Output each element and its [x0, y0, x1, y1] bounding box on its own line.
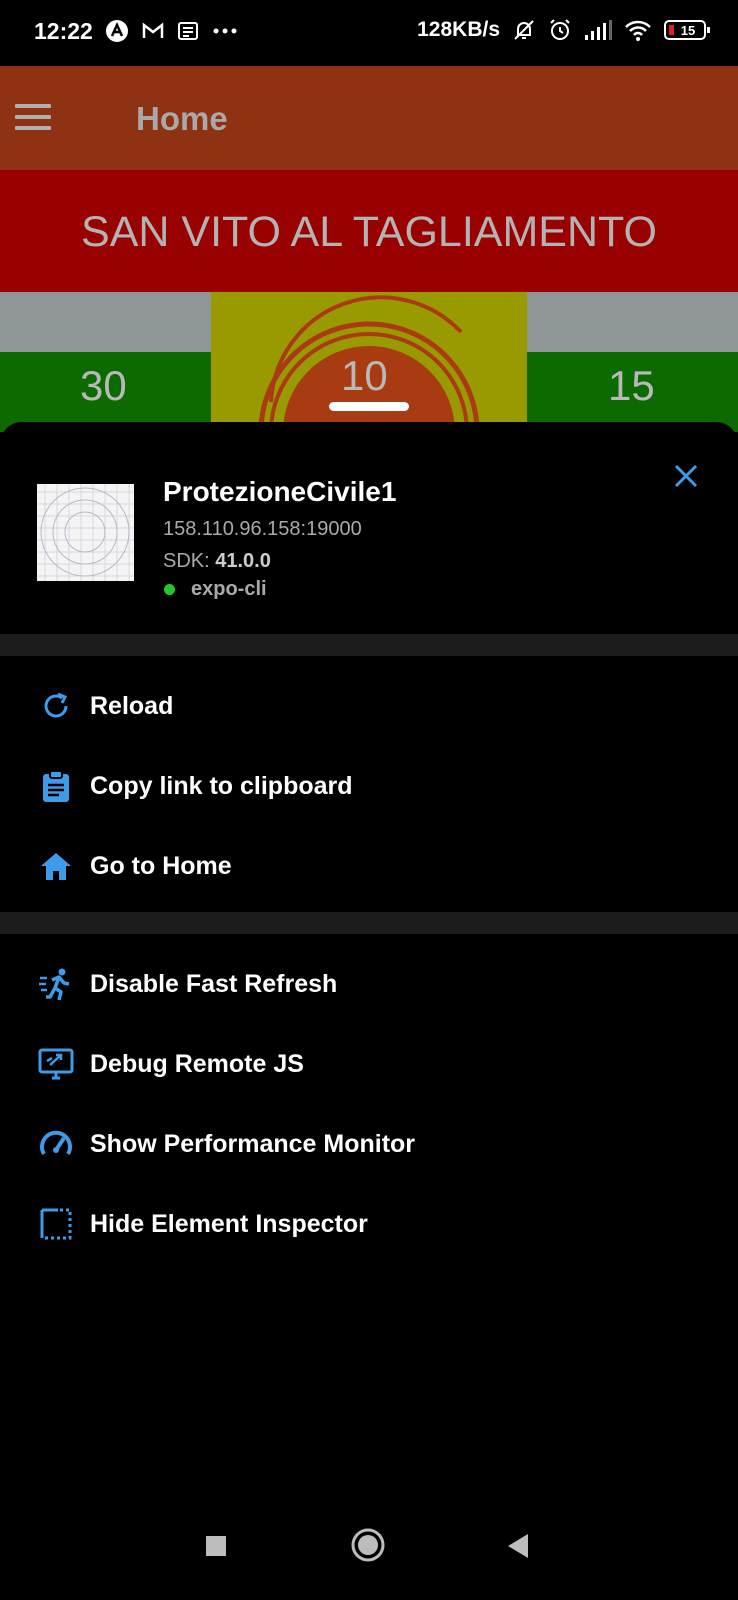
project-name: ProtezioneCivile1: [163, 476, 397, 507]
menu-item-label: Copy link to clipboard: [90, 771, 353, 800]
app-bar: Home: [0, 66, 738, 170]
news-icon: [178, 22, 198, 40]
gauge-left-value: 30: [80, 362, 127, 409]
home-icon: [41, 853, 71, 880]
menu-item-label: Hide Element Inspector: [90, 1209, 368, 1238]
app-icon-graphic: [37, 484, 134, 581]
signal-icon: [585, 20, 612, 40]
project-url: 158.110.96.158:19000: [163, 518, 362, 540]
gauge-center-value: 10: [341, 352, 388, 399]
menu-item-debug-remote[interactable]: Debug Remote JS: [0, 1024, 738, 1104]
menu-item-copy-link[interactable]: Copy link to clipboard: [0, 746, 738, 826]
battery-level: 15: [681, 23, 695, 38]
dev-menu-sheet: ProtezioneCivile1 158.110.96.158:19000 S…: [0, 422, 738, 1600]
battery-icon: 15: [664, 20, 710, 40]
clipboard-icon: [43, 770, 69, 802]
close-icon[interactable]: [672, 462, 700, 490]
host-info: expo-cli: [163, 578, 267, 601]
app-icon: [37, 484, 134, 581]
back-button[interactable]: [506, 1533, 530, 1559]
gauge-right: 15: [527, 352, 738, 432]
sdk-info: SDK: 41.0.0: [163, 550, 271, 573]
gauge-center: 10: [211, 292, 527, 432]
city-name: SAN VITO AL TAGLIAMENTO: [81, 208, 657, 256]
app-title: Home: [136, 100, 228, 137]
menu-item-label: Debug Remote JS: [90, 1049, 304, 1078]
monitor-icon: [38, 1048, 74, 1080]
status-time: 12:22: [34, 18, 93, 44]
gauge-left: 30: [0, 352, 211, 432]
system-nav-bar: [0, 1500, 738, 1600]
alarm-icon: [550, 19, 570, 40]
dev-menu-header: ProtezioneCivile1 158.110.96.158:19000 S…: [0, 422, 738, 634]
gauge-right-value: 15: [608, 362, 655, 409]
speedometer-icon: [40, 1130, 72, 1156]
more-dots-icon: [213, 28, 237, 34]
host-name: expo-cli: [191, 578, 267, 600]
menu-item-label: Reload: [90, 691, 174, 720]
section-divider: [0, 912, 738, 934]
running-icon: [39, 968, 70, 1001]
gmail-icon: [142, 22, 164, 38]
sheet-drag-handle[interactable]: [329, 402, 409, 411]
recents-button[interactable]: [205, 1535, 227, 1557]
notification-a-icon: [106, 20, 128, 42]
hamburger-icon[interactable]: [15, 104, 51, 130]
network-speed: 128KB/s: [417, 18, 500, 41]
sdk-label: SDK:: [163, 550, 210, 572]
status-bar: 12:22 128KB/s 15: [0, 0, 738, 66]
sdk-version: 41.0.0: [215, 550, 271, 572]
host-status-dot: [164, 584, 175, 595]
menu-item-label: Disable Fast Refresh: [90, 969, 338, 998]
mute-icon: [514, 20, 534, 40]
city-banner: SAN VITO AL TAGLIAMENTO: [0, 170, 738, 292]
menu-item-label: Go to Home: [90, 851, 232, 880]
menu-item-label: Show Performance Monitor: [90, 1129, 416, 1158]
inspector-icon: [40, 1208, 72, 1240]
section-divider: [0, 634, 738, 656]
wifi-icon: [625, 20, 651, 41]
menu-item-element-inspector[interactable]: Hide Element Inspector: [0, 1184, 738, 1264]
menu-item-go-home[interactable]: Go to Home: [0, 826, 738, 906]
reload-icon: [44, 692, 68, 718]
menu-item-fast-refresh[interactable]: Disable Fast Refresh: [0, 944, 738, 1024]
menu-item-reload[interactable]: Reload: [0, 666, 738, 746]
menu-item-performance[interactable]: Show Performance Monitor: [0, 1104, 738, 1184]
home-button[interactable]: [351, 1528, 385, 1562]
